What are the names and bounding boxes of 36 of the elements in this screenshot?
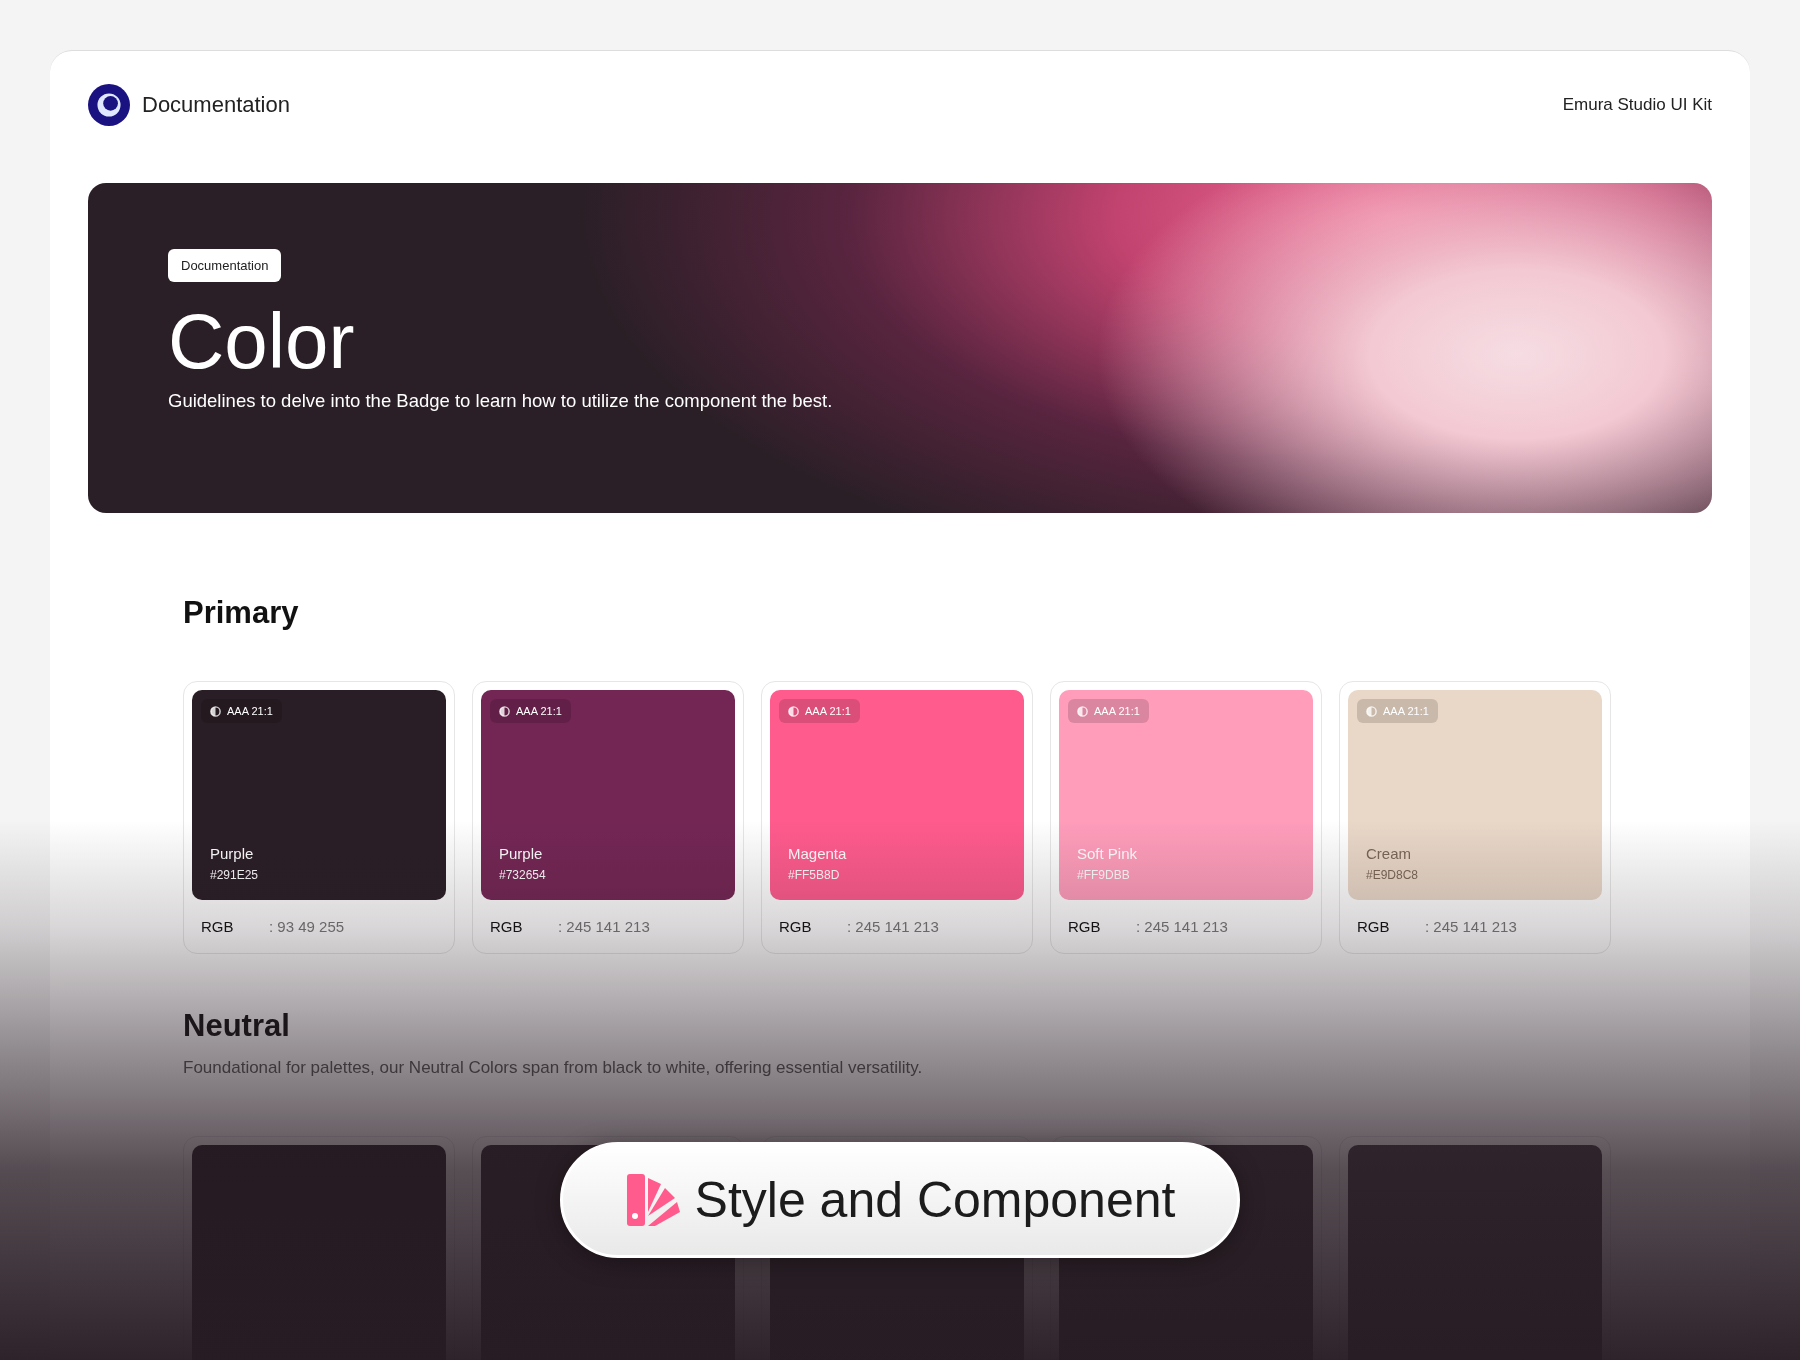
rgb-label: RGB xyxy=(201,918,235,935)
contrast-badge: AAA 21:1 xyxy=(490,699,571,723)
page-subtitle: Guidelines to delve into the Badge to learn how to utilize the component the best. xyxy=(168,390,834,412)
rgb-label: RGB xyxy=(779,918,813,935)
category-tag: Documentation xyxy=(168,249,282,282)
contrast-badge: AAA 21:1 xyxy=(779,699,860,723)
site-title: Documentation xyxy=(142,92,290,118)
hex-code: #E9D8C8 xyxy=(1366,868,1420,882)
contrast-badge: AAA 21:1 xyxy=(201,699,282,723)
rgb-value: : 245 141 213 xyxy=(558,918,650,935)
rgb-value: : 245 141 213 xyxy=(847,918,939,935)
section-description: Foundational for palettes, our Neutral Colors span from black to white, offering essential versatility. xyxy=(183,1058,924,1078)
logo-icon xyxy=(88,84,130,126)
color-name: Purple xyxy=(499,845,544,862)
hex-code: #FF9DBB xyxy=(1077,868,1131,882)
hex-code: #732654 xyxy=(499,868,547,882)
kit-name: Emura Studio UI Kit xyxy=(1562,95,1712,115)
color-name: Purple xyxy=(210,845,255,862)
section-title: Primary xyxy=(183,595,300,631)
section-title: Neutral xyxy=(183,1008,291,1044)
contrast-badge: AAA 21:1 xyxy=(1357,699,1438,723)
rgb-label: RGB xyxy=(1357,918,1391,935)
color-name: Magenta xyxy=(788,845,848,862)
pill-label: Style and Component xyxy=(694,1171,1176,1229)
rgb-label: RGB xyxy=(490,918,524,935)
color-name: Cream xyxy=(1366,845,1412,862)
swatch-fan-icon xyxy=(624,1172,681,1228)
contrast-badge: AAA 21:1 xyxy=(1068,699,1149,723)
hex-code: #FF5B8D xyxy=(788,868,841,882)
rgb-label: RGB xyxy=(1068,918,1102,935)
rgb-value: : 245 141 213 xyxy=(1425,918,1517,935)
rgb-value: : 93 49 255 xyxy=(269,918,345,935)
color-name: Soft Pink xyxy=(1077,845,1139,862)
hex-code: #291E25 xyxy=(210,868,260,882)
page-title: Color xyxy=(168,302,356,380)
rgb-value: : 245 141 213 xyxy=(1136,918,1228,935)
